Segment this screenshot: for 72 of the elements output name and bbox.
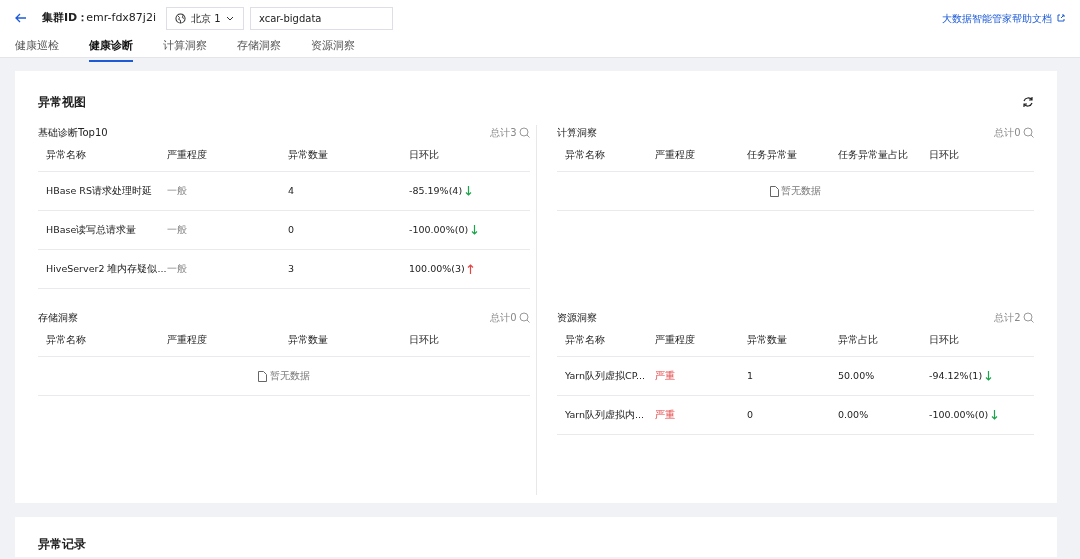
table-cell-text: 50.00% [838, 368, 876, 383]
severity-text: 一般 [167, 261, 188, 276]
empty-text: 暂无数据 [269, 368, 310, 383]
file-icon [258, 370, 268, 382]
refresh-icon[interactable] [1022, 96, 1034, 108]
table-cell-text: HBase RS请求处理时延 [46, 183, 153, 198]
table-cell-text: -100.00%(0) [409, 222, 469, 237]
tab[interactable]: 计算洞察 [163, 38, 207, 62]
column-header: 严重程度 [655, 333, 696, 348]
search-icon[interactable] [519, 312, 530, 323]
total-count: 总计3 [490, 126, 517, 140]
table-cell-text: 0 [288, 222, 296, 237]
column-header: 异常数量 [288, 333, 329, 348]
severity-text: 严重 [655, 368, 676, 383]
table-cell-text: 100.00%(3) [409, 261, 465, 276]
table-cell-text: Yarn队列虚拟CP... [565, 368, 647, 383]
table-cell-text: 1 [747, 368, 755, 383]
column-header: 异常名称 [46, 333, 87, 348]
column-header: 任务异常量占比 [838, 148, 909, 163]
column-header: 异常名称 [565, 333, 606, 348]
search-icon[interactable] [1023, 312, 1034, 323]
column-header: 任务异常量 [747, 148, 798, 163]
table-cell-text: Yarn队列虚拟内... [565, 407, 646, 422]
table-cell-text: 4 [288, 183, 296, 198]
column-header: 异常数量 [747, 333, 788, 348]
column-header: 异常数量 [288, 148, 329, 163]
column-header: 严重程度 [167, 148, 208, 163]
section-title: 异常视图 [38, 94, 86, 111]
help-link[interactable]: 大数据智能管家帮助文档 [942, 10, 1052, 26]
panel-title: 存储洞察 [38, 311, 78, 325]
tab[interactable]: 存储洞察 [237, 38, 281, 62]
back-icon[interactable] [15, 13, 27, 23]
table-cell-text: 0.00% [838, 407, 870, 422]
table-cell-text: HBase读写总请求量 [46, 222, 138, 237]
external-link-icon[interactable] [1057, 14, 1065, 22]
severity-text: 一般 [167, 183, 188, 198]
tab[interactable]: 健康诊断 [89, 38, 133, 62]
file-icon [769, 185, 779, 197]
column-header: 异常名称 [46, 148, 87, 163]
table-cell-text: -85.19%(4) [409, 183, 463, 198]
search-icon[interactable] [519, 127, 530, 138]
empty-text: 暂无数据 [781, 183, 822, 198]
total-count: 总计0 [490, 311, 517, 325]
column-header: 严重程度 [655, 148, 696, 163]
panel-title: 基础诊断Top10 [38, 126, 108, 140]
tab[interactable]: 健康巡检 [15, 38, 59, 62]
panel-title: 资源洞察 [557, 311, 597, 325]
total-count: 总计2 [994, 311, 1021, 325]
column-header: 日环比 [929, 148, 960, 163]
column-header: 异常占比 [838, 333, 879, 348]
tab[interactable]: 资源洞察 [311, 38, 355, 62]
region-select[interactable]: 北京 1 [166, 6, 244, 30]
column-header: 日环比 [929, 333, 960, 348]
cluster-name-field[interactable]: xcar-bigdata [250, 6, 393, 30]
table-cell-text: -100.00%(0) [929, 407, 989, 422]
column-header: 日环比 [409, 148, 440, 163]
panel-title: 计算洞察 [557, 126, 597, 140]
section-title: 异常记录 [38, 537, 86, 551]
total-count: 总计0 [994, 126, 1021, 140]
table-cell-text: HiveServer2 堆内存疑似... [46, 261, 167, 276]
table-cell-text: 3 [288, 261, 296, 276]
cluster-id: emr-fdx87j2i [86, 9, 156, 26]
severity-text: 严重 [655, 407, 676, 422]
search-icon[interactable] [1023, 127, 1034, 138]
severity-text: 一般 [167, 222, 188, 237]
column-header: 日环比 [409, 333, 440, 348]
column-header: 严重程度 [167, 333, 208, 348]
globe-icon [175, 12, 186, 24]
caret-icon [225, 15, 234, 21]
table-cell-text: -94.12%(1) [929, 368, 983, 383]
table-cell-text: 0 [747, 407, 755, 422]
column-header: 异常名称 [565, 148, 606, 163]
